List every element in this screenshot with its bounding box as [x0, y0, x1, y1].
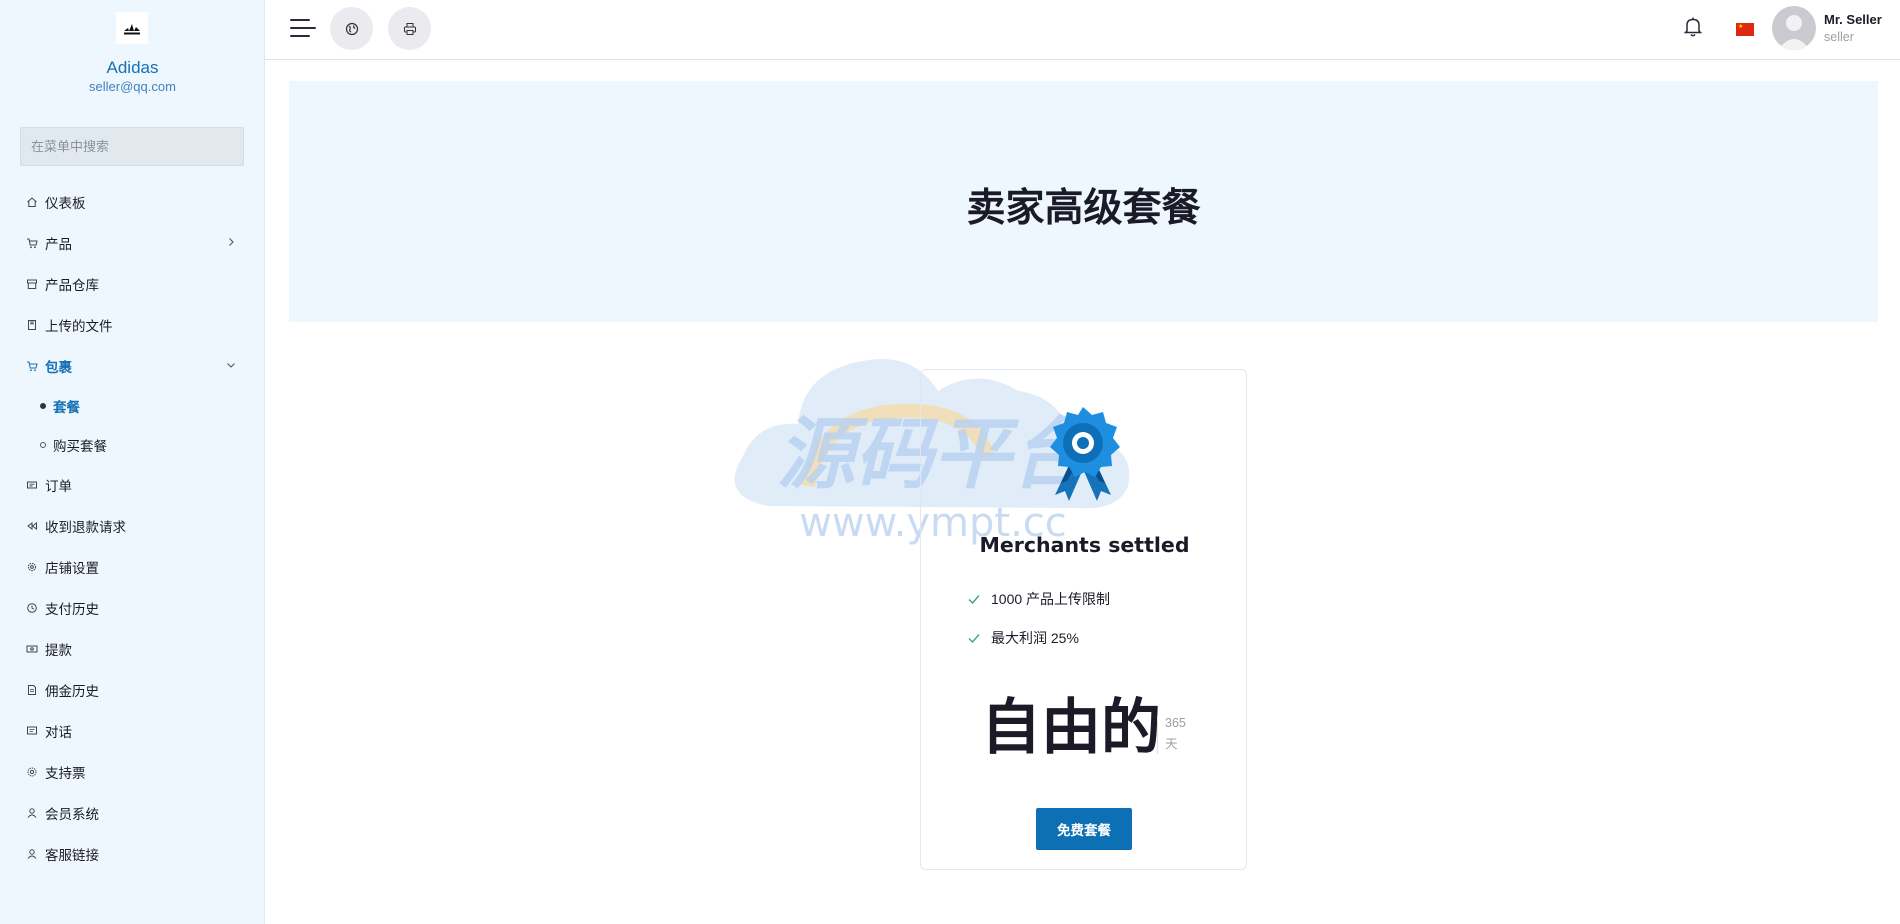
folder-icon: [26, 319, 38, 331]
user-avatar-icon: [1778, 15, 1810, 50]
user-name[interactable]: Mr. Seller: [1824, 12, 1882, 27]
chat-icon: [26, 725, 38, 737]
sidebar-item-label: 店铺设置: [45, 560, 99, 576]
support-icon: [26, 766, 38, 778]
sidebar-subitem-label: 购买套餐: [53, 438, 107, 454]
sidebar-item-label: 会员系统: [45, 806, 99, 822]
plan-feature-text: 最大利润 25%: [991, 630, 1079, 646]
sidebar-subitem-packages[interactable]: 套餐: [0, 386, 265, 425]
sidebar-item-label: 订单: [45, 478, 72, 494]
sidebar-subitem-buy-package[interactable]: 购买套餐: [0, 425, 265, 464]
brand-email: seller@qq.com: [89, 79, 176, 94]
sidebar-item-commission-history[interactable]: 佣金历史: [0, 669, 265, 710]
document-icon: [26, 684, 38, 696]
brand-name: Adidas: [106, 58, 159, 77]
bell-icon[interactable]: [1683, 16, 1703, 38]
adidas-logo-icon: [124, 24, 140, 35]
plan-name: Merchants settled: [979, 533, 1190, 557]
page-title: 卖家高级套餐: [966, 186, 1201, 231]
user-icon: [26, 848, 38, 860]
money-icon: [26, 643, 38, 655]
globe-icon: [345, 22, 358, 35]
home-icon: [26, 196, 38, 208]
sidebar: Adidas seller@qq.com 仪表板 产品 产品仓库 上传的文件 包…: [0, 0, 265, 924]
rewind-icon: [26, 520, 38, 532]
plan-feature-item: 最大利润 25%: [967, 628, 1079, 648]
plan-duration-unit: 天: [1165, 737, 1178, 751]
sidebar-item-support-ticket[interactable]: 支持票: [0, 751, 265, 792]
sidebar-item-label: 收到退款请求: [45, 519, 126, 535]
sidebar-item-dashboard[interactable]: 仪表板: [0, 181, 265, 222]
avatar[interactable]: [1772, 6, 1816, 50]
menu-search-input[interactable]: [20, 127, 244, 166]
sidebar-item-product-warehouse[interactable]: 产品仓库: [0, 263, 265, 304]
sidebar-item-label: 产品仓库: [45, 277, 99, 293]
sidebar-subitem-label: 套餐: [53, 399, 80, 415]
sidebar-nav: 仪表板 产品 产品仓库 上传的文件 包裹 套餐 购买套餐 订单 收到退款请求 店…: [0, 181, 265, 874]
history-icon: [26, 602, 38, 614]
sidebar-item-label: 支付历史: [45, 601, 99, 617]
user-role: seller: [1824, 30, 1854, 44]
sidebar-item-withdraw[interactable]: 提款: [0, 628, 265, 669]
sidebar-item-label: 提款: [45, 642, 72, 658]
price-divider: [1157, 716, 1158, 754]
sidebar-item-orders[interactable]: 订单: [0, 464, 265, 505]
chevron-down-icon: [227, 363, 235, 368]
china-flag-icon[interactable]: ★: [1736, 23, 1754, 36]
brand-logo[interactable]: [116, 12, 148, 44]
user-icon: [26, 807, 38, 819]
chevron-right-icon: [229, 238, 234, 246]
sidebar-item-label: 佣金历史: [45, 683, 99, 699]
check-icon: [968, 634, 980, 644]
plan-duration-value: 365: [1165, 716, 1186, 730]
plan-price: 自由的: [981, 693, 1161, 763]
free-package-button[interactable]: 免费套餐: [1036, 808, 1132, 850]
printer-icon: [403, 22, 416, 35]
bullet-icon: [40, 402, 46, 409]
plan-card: Merchants settled 1000 产品上传限制 最大利润 25% 自…: [920, 369, 1247, 870]
award-badge-icon: [1050, 407, 1120, 501]
topbar: ★ Mr. Seller seller: [265, 0, 1900, 60]
sidebar-item-products[interactable]: 产品: [0, 222, 265, 263]
sidebar-item-label: 客服链接: [45, 847, 99, 863]
sidebar-item-service-link[interactable]: 客服链接: [0, 833, 265, 874]
sidebar-item-label: 支持票: [45, 765, 86, 781]
language-globe-button[interactable]: [330, 7, 373, 50]
ticket-icon: [26, 479, 38, 491]
gear-icon: [26, 561, 38, 573]
sidebar-item-membership[interactable]: 会员系统: [0, 792, 265, 833]
archive-icon: [26, 278, 38, 290]
check-icon: [968, 595, 980, 605]
sidebar-item-payment-history[interactable]: 支付历史: [0, 587, 265, 628]
hero-banner: 卖家高级套餐: [289, 81, 1878, 322]
cart-icon: [26, 237, 38, 249]
print-button[interactable]: [388, 7, 431, 50]
sidebar-item-label: 包裹: [45, 359, 72, 375]
sidebar-item-uploaded-files[interactable]: 上传的文件: [0, 304, 265, 345]
bullet-icon: [40, 441, 46, 448]
hamburger-icon[interactable]: [290, 17, 316, 39]
sidebar-item-conversations[interactable]: 对话: [0, 710, 265, 751]
sidebar-item-refund-requests[interactable]: 收到退款请求: [0, 505, 265, 546]
plan-feature-item: 1000 产品上传限制: [967, 589, 1110, 609]
sidebar-item-label: 上传的文件: [45, 318, 113, 334]
cart-icon: [26, 360, 38, 372]
sidebar-item-label: 产品: [45, 236, 72, 252]
sidebar-item-label: 对话: [45, 724, 72, 740]
plan-feature-text: 1000 产品上传限制: [991, 591, 1111, 607]
sidebar-item-shop-settings[interactable]: 店铺设置: [0, 546, 265, 587]
sidebar-item-label: 仪表板: [45, 195, 86, 211]
sidebar-item-packages[interactable]: 包裹: [0, 345, 265, 386]
